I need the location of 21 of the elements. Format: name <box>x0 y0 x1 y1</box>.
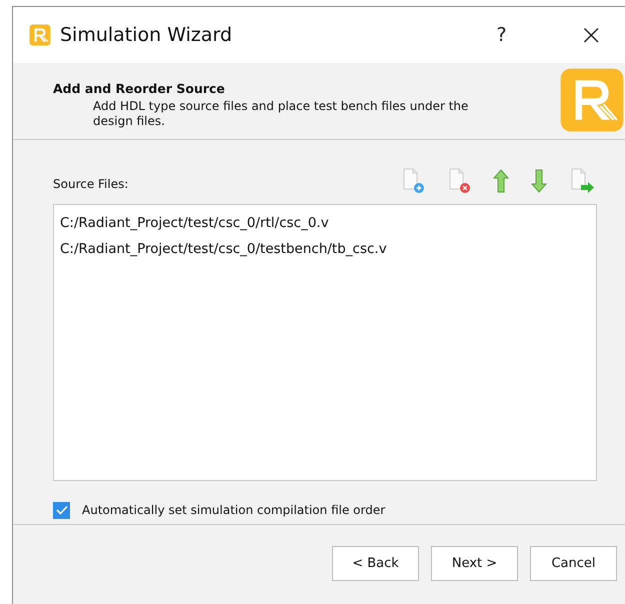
wizard-logo-icon <box>559 67 625 133</box>
add-file-icon[interactable] <box>401 168 425 194</box>
remove-file-icon[interactable] <box>447 168 471 194</box>
app-logo-icon <box>29 24 51 46</box>
file-path[interactable]: C:/Radiant_Project/test/csc_0/rtl/csc_0.v <box>60 210 590 236</box>
wizard-button[interactable]: Cancel <box>530 546 617 581</box>
window-title: Simulation Wizard <box>60 24 234 46</box>
wizard-button[interactable]: Next > <box>431 546 518 581</box>
help-button[interactable]: ? <box>496 24 507 46</box>
source-files-label: Source Files: <box>53 177 130 191</box>
wizard-button[interactable]: < Back <box>332 546 419 581</box>
move-down-icon[interactable] <box>531 169 547 193</box>
close-button[interactable]: × <box>580 21 603 49</box>
file-path[interactable]: C:/Radiant_Project/test/csc_0/testbench/tb_csc.v <box>60 236 590 262</box>
page-description: Add HDL type source files and place test bench files under the design files. <box>93 99 470 129</box>
auto-order-label: Automatically set simulation compilation file order <box>82 503 386 517</box>
move-up-icon[interactable] <box>493 169 509 193</box>
source-file-list[interactable]: C:/Radiant_Project/test/csc_0/rtl/csc_0.v C:/Radiant_Project/test/csc_0/testbench/tb_csc.v <box>53 204 597 481</box>
checkmark-icon <box>56 505 68 515</box>
auto-order-checkbox[interactable] <box>53 502 70 518</box>
page-title: Add and Reorder Source <box>53 81 226 96</box>
